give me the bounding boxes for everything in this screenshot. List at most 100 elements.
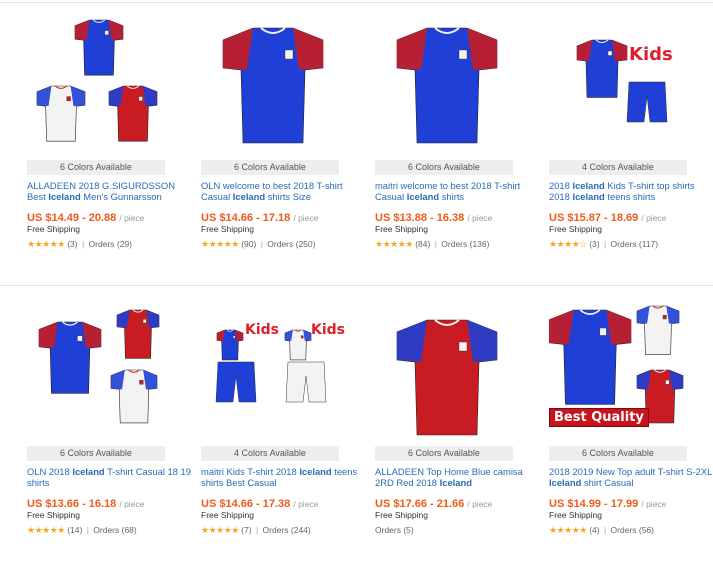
price-range: US $14.99 - 17.99 [549, 498, 639, 510]
orders-count: Orders (250) [267, 239, 316, 249]
star-rating-icon: ★★★★★ [201, 525, 239, 535]
product-card[interactable]: Kids 4 Colors Available 2018 Iceland Kids … [549, 14, 709, 284]
review-count-link[interactable]: (3) [589, 239, 599, 249]
product-image[interactable] [27, 300, 187, 442]
product-card[interactable]: 6 Colors Available ALLADEEN Top Home Blue… [375, 300, 535, 570]
price-unit: / piece [119, 213, 145, 223]
review-count-link[interactable]: (4) [589, 525, 599, 535]
orders-count: Orders (68) [93, 525, 137, 535]
separator: | [601, 239, 609, 249]
rating-orders: ★★★★★ (4) | Orders (56) [549, 525, 654, 536]
product-title-link[interactable]: OLN welcome to best 2018 T-shirt Casual … [201, 180, 365, 202]
price-range: US $17.66 - 21.66 [375, 498, 465, 510]
product-image[interactable] [375, 14, 535, 156]
orders-count: Orders (56) [610, 525, 655, 535]
price-unit: / piece [641, 499, 667, 509]
star-rating-icon: ★★★★★ [375, 239, 413, 249]
separator: | [258, 239, 266, 249]
product-image[interactable] [201, 14, 361, 156]
product-title-link[interactable]: maitri Kids T-shirt 2018 Iceland teens s… [201, 466, 365, 488]
best-quality-badge: Best Quality [549, 408, 649, 427]
price: US $14.99 - 17.99 / piece [549, 498, 666, 510]
colors-available: 6 Colors Available [27, 160, 165, 175]
colors-available: 4 Colors Available [201, 446, 339, 461]
review-count-link[interactable]: (90) [241, 239, 256, 249]
price-range: US $14.66 - 17.18 [201, 212, 291, 224]
price-unit: / piece [641, 213, 667, 223]
colors-available: 6 Colors Available [201, 160, 339, 175]
colors-available: 6 Colors Available [375, 446, 513, 461]
product-title-link[interactable]: ALLADEEN Top Home Blue camisa 2RD Red 20… [375, 466, 539, 488]
orders-count: Orders (5) [375, 525, 414, 535]
product-card[interactable]: 6 Colors Available ALLADEEN 2018 G.SIGURD… [27, 14, 187, 284]
price: US $13.66 - 16.18 / piece [27, 498, 144, 510]
product-image[interactable] [27, 14, 187, 156]
product-card[interactable]: 6 Colors Available OLN welcome to best 20… [201, 14, 361, 284]
price-range: US $14.66 - 17.38 [201, 498, 291, 510]
colors-available: 6 Colors Available [27, 446, 165, 461]
kids-badge: Kids [311, 322, 346, 338]
separator: | [432, 239, 440, 249]
price: US $15.87 - 18.69 / piece [549, 212, 666, 224]
product-card[interactable]: Best Quality 6 Colors Available 2018 2019 … [548, 300, 712, 570]
rating-orders: ★★★★★ (14) | Orders (68) [27, 525, 137, 536]
rating-orders: ★★★★★ (90) | Orders (250) [201, 239, 315, 250]
price-unit: / piece [293, 213, 319, 223]
review-count-link[interactable]: (3) [67, 239, 77, 249]
price-unit: / piece [467, 499, 493, 509]
shipping-info: Free Shipping [27, 510, 80, 520]
orders-count: Orders (244) [262, 525, 311, 535]
separator: | [253, 525, 261, 535]
separator: | [601, 525, 609, 535]
price: US $14.66 - 17.38 / piece [201, 498, 318, 510]
shipping-info: Free Shipping [375, 510, 428, 520]
price-unit: / piece [467, 213, 493, 223]
orders-count: Orders (117) [610, 239, 659, 249]
orders-count: Orders (136) [441, 239, 490, 249]
colors-available: 6 Colors Available [549, 446, 687, 461]
separator: | [79, 239, 87, 249]
price-range: US $14.49 - 20.88 [27, 212, 117, 224]
kids-badge: Kids [629, 44, 673, 65]
price-range: US $13.88 - 16.38 [375, 212, 465, 224]
review-count-link[interactable]: (7) [241, 525, 251, 535]
product-card[interactable]: 6 Colors Available maitri welcome to best… [375, 14, 535, 284]
shipping-info: Free Shipping [549, 224, 602, 234]
colors-available: 6 Colors Available [375, 160, 513, 175]
shipping-info: Free Shipping [201, 224, 254, 234]
price-unit: / piece [293, 499, 319, 509]
shipping-info: Free Shipping [27, 224, 80, 234]
product-image[interactable] [375, 300, 535, 442]
rating-orders: ★★★★★ (7) | Orders (244) [201, 525, 311, 536]
star-rating-icon: ★★★★★ [27, 525, 65, 535]
separator: | [84, 525, 92, 535]
price: US $14.66 - 17.18 / piece [201, 212, 318, 224]
star-rating-icon: ★★★★★ [201, 239, 239, 249]
top-divider [0, 2, 713, 3]
price-unit: / piece [119, 499, 145, 509]
review-count-link[interactable]: (84) [415, 239, 430, 249]
rating-orders: Orders (5) [375, 525, 414, 535]
product-title-link[interactable]: 2018 2019 New Top adult T-shirt S-2XL Ic… [549, 466, 713, 488]
rating-orders: ★★★★★ (3) | Orders (29) [27, 239, 132, 250]
product-image[interactable] [549, 14, 709, 156]
product-title-link[interactable]: OLN 2018 Iceland T-shirt Casual 18 19 sh… [27, 466, 191, 488]
star-rating-icon: ★★★★★ [27, 239, 65, 249]
star-rating-icon: ★★★★☆ [549, 239, 587, 249]
kids-badge: Kids [245, 322, 280, 338]
product-title-link[interactable]: maitri welcome to best 2018 T-shirt Casu… [375, 180, 539, 202]
row-divider [0, 285, 713, 286]
product-card[interactable]: 6 Colors Available OLN 2018 Iceland T-shi… [27, 300, 191, 570]
orders-count: Orders (29) [88, 239, 133, 249]
product-card[interactable]: Kids Kids 4 Colors Available maitri Kids T-… [201, 300, 361, 570]
price: US $14.49 - 20.88 / piece [27, 212, 144, 224]
rating-orders: ★★★★★ (84) | Orders (136) [375, 239, 489, 250]
price: US $17.66 - 21.66 / piece [375, 498, 492, 510]
product-title-link[interactable]: ALLADEEN 2018 G.SIGURDSSON Best Iceland … [27, 180, 191, 202]
rating-orders: ★★★★☆ (3) | Orders (117) [549, 239, 658, 250]
shipping-info: Free Shipping [375, 224, 428, 234]
colors-available: 4 Colors Available [549, 160, 687, 175]
product-title-link[interactable]: 2018 Iceland Kids T-shirt top shirts 201… [549, 180, 713, 202]
shipping-info: Free Shipping [201, 510, 254, 520]
review-count-link[interactable]: (14) [67, 525, 82, 535]
